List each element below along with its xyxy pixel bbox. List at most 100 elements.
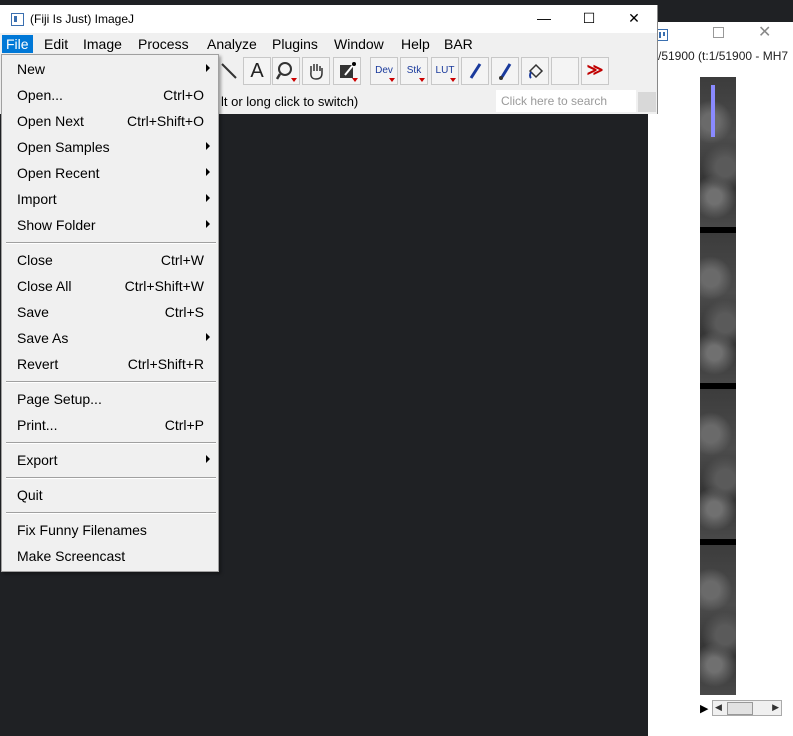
window-title: (Fiji Is Just) ImageJ xyxy=(30,12,135,26)
menu-item-shortcut: Ctrl+S xyxy=(164,304,204,320)
menu-help[interactable]: Help xyxy=(397,35,434,53)
search-input[interactable] xyxy=(496,90,636,112)
menu-item-shortcut: Ctrl+Shift+O xyxy=(126,113,204,129)
menu-item-print[interactable]: Print... Ctrl+P xyxy=(2,413,218,439)
menu-analyze[interactable]: Analyze xyxy=(203,35,261,53)
file-menu: New Open... Ctrl+O Open Next Ctrl+Shift+O Ope… xyxy=(1,54,219,572)
brush-tool[interactable] xyxy=(491,57,519,85)
menu-item-fix-funny-filenames[interactable]: Fix Funny Filenames xyxy=(2,518,218,544)
menu-item-label: Show Folder xyxy=(17,217,96,233)
lut-icon: LUT xyxy=(435,65,455,76)
image-window-titlebar[interactable]: ✕ xyxy=(648,22,793,46)
zoom-tool[interactable] xyxy=(272,57,300,85)
pencil-icon xyxy=(465,63,485,84)
image-tile xyxy=(700,233,736,383)
maximize-button[interactable]: ☐ xyxy=(566,5,612,33)
stack-tool[interactable]: Stk xyxy=(400,57,428,85)
brush-icon xyxy=(495,63,515,84)
menu-bar: File Edit Image Process Analyze Plugins … xyxy=(0,34,657,54)
selection-marker xyxy=(711,85,715,137)
menu-separator xyxy=(6,381,216,383)
scrollbar-track[interactable]: ◀ ▶ xyxy=(712,700,782,716)
text-tool[interactable]: A xyxy=(243,57,271,85)
menu-item-label: Fix Funny Filenames xyxy=(17,522,147,538)
menu-item-show-folder[interactable]: Show Folder xyxy=(2,213,218,239)
scrollbar-thumb[interactable] xyxy=(727,702,753,715)
menu-item-open-samples[interactable]: Open Samples xyxy=(2,135,218,161)
menu-item-make-screencast[interactable]: Make Screencast xyxy=(2,544,218,570)
menu-item-label: Close xyxy=(17,252,53,268)
blank-tool[interactable] xyxy=(551,57,579,85)
menu-item-shortcut: Ctrl+W xyxy=(160,252,204,268)
play-icon[interactable]: ▶ xyxy=(700,702,708,715)
menu-item-shortcut: Ctrl+P xyxy=(164,417,204,433)
close-button[interactable]: ✕ xyxy=(611,5,657,33)
menu-item-import[interactable]: Import xyxy=(2,187,218,213)
menu-image[interactable]: Image xyxy=(79,35,126,53)
menu-process[interactable]: Process xyxy=(134,35,193,53)
menu-item-shortcut: Ctrl+Shift+R xyxy=(127,356,204,372)
close-icon[interactable]: ✕ xyxy=(758,22,771,42)
stack-icon: Stk xyxy=(406,65,422,76)
menu-item-shortcut: Ctrl+O xyxy=(163,87,204,103)
hand-tool[interactable] xyxy=(302,57,330,85)
submenu-arrow-icon xyxy=(206,142,210,150)
menu-item-label: Open Samples xyxy=(17,139,110,155)
scroll-right-icon[interactable]: ▶ xyxy=(772,702,779,713)
more-tools-button[interactable]: ≫ xyxy=(581,57,609,85)
menu-item-quit[interactable]: Quit xyxy=(2,483,218,509)
menu-item-open[interactable]: Open... Ctrl+O xyxy=(2,83,218,109)
image-window: ✕ /51900 (t:1/51900 - MH7 ▶ ◀ ▶ xyxy=(648,22,793,736)
menu-item-shortcut: Ctrl+Shift+W xyxy=(124,278,204,294)
menu-item-open-recent[interactable]: Open Recent xyxy=(2,161,218,187)
menu-item-export[interactable]: Export xyxy=(2,448,218,474)
menu-item-open-next[interactable]: Open Next Ctrl+Shift+O xyxy=(2,109,218,135)
menu-item-label: Open Next xyxy=(17,113,84,129)
menu-file[interactable]: File xyxy=(2,35,33,53)
menu-item-new[interactable]: New xyxy=(2,57,218,83)
menu-item-save-as[interactable]: Save As xyxy=(2,326,218,352)
menu-separator xyxy=(6,477,216,479)
menu-item-label: Quit xyxy=(17,487,43,503)
menu-window[interactable]: Window xyxy=(330,35,388,53)
scroll-left-icon[interactable]: ◀ xyxy=(715,702,722,713)
fiji-app-icon xyxy=(11,13,24,26)
image-tile xyxy=(700,389,736,539)
menu-separator xyxy=(6,242,216,244)
menu-item-revert[interactable]: Revert Ctrl+Shift+R xyxy=(2,352,218,378)
pencil-tool[interactable] xyxy=(461,57,489,85)
menu-item-label: Make Screencast xyxy=(17,548,126,564)
image-canvas[interactable] xyxy=(700,77,736,695)
submenu-arrow-icon xyxy=(206,194,210,202)
menu-plugins[interactable]: Plugins xyxy=(268,35,322,53)
main-titlebar[interactable]: (Fiji Is Just) ImageJ — ☐ ✕ xyxy=(0,5,657,33)
image-tile xyxy=(700,545,736,695)
menu-item-save[interactable]: Save Ctrl+S xyxy=(2,300,218,326)
image-window-subtitle: /51900 (t:1/51900 - MH7 xyxy=(658,49,789,63)
flood-fill-tool[interactable] xyxy=(521,57,549,85)
minimize-button[interactable]: — xyxy=(521,5,567,33)
dev-tool[interactable]: Dev xyxy=(370,57,398,85)
menu-separator xyxy=(6,442,216,444)
status-text: lt or long click to switch) xyxy=(221,94,359,109)
menu-item-page-setup[interactable]: Page Setup... xyxy=(2,387,218,413)
lut-tool[interactable]: LUT xyxy=(431,57,459,85)
color-picker-tool[interactable] xyxy=(333,57,361,85)
submenu-arrow-icon xyxy=(206,64,210,72)
menu-edit[interactable]: Edit xyxy=(40,35,72,53)
menu-item-label: Revert xyxy=(17,356,59,372)
menu-separator xyxy=(6,512,216,514)
menu-item-close[interactable]: Close Ctrl+W xyxy=(2,248,218,274)
menu-item-close-all[interactable]: Close All Ctrl+Shift+W xyxy=(2,274,218,300)
menu-item-label: New xyxy=(17,61,46,77)
wand-icon xyxy=(218,63,238,83)
menu-item-label: Open Recent xyxy=(17,165,100,181)
submenu-arrow-icon xyxy=(206,168,210,176)
frame-scrollbar[interactable]: ▶ ◀ ▶ xyxy=(700,700,782,716)
menu-item-label: Save xyxy=(17,304,49,320)
menu-bar-plugin[interactable]: BAR xyxy=(440,35,477,53)
maximize-icon[interactable] xyxy=(713,27,724,38)
menu-item-label: Print... xyxy=(17,417,58,433)
menu-item-label: Export xyxy=(17,452,58,468)
flood-fill-icon xyxy=(525,63,545,84)
